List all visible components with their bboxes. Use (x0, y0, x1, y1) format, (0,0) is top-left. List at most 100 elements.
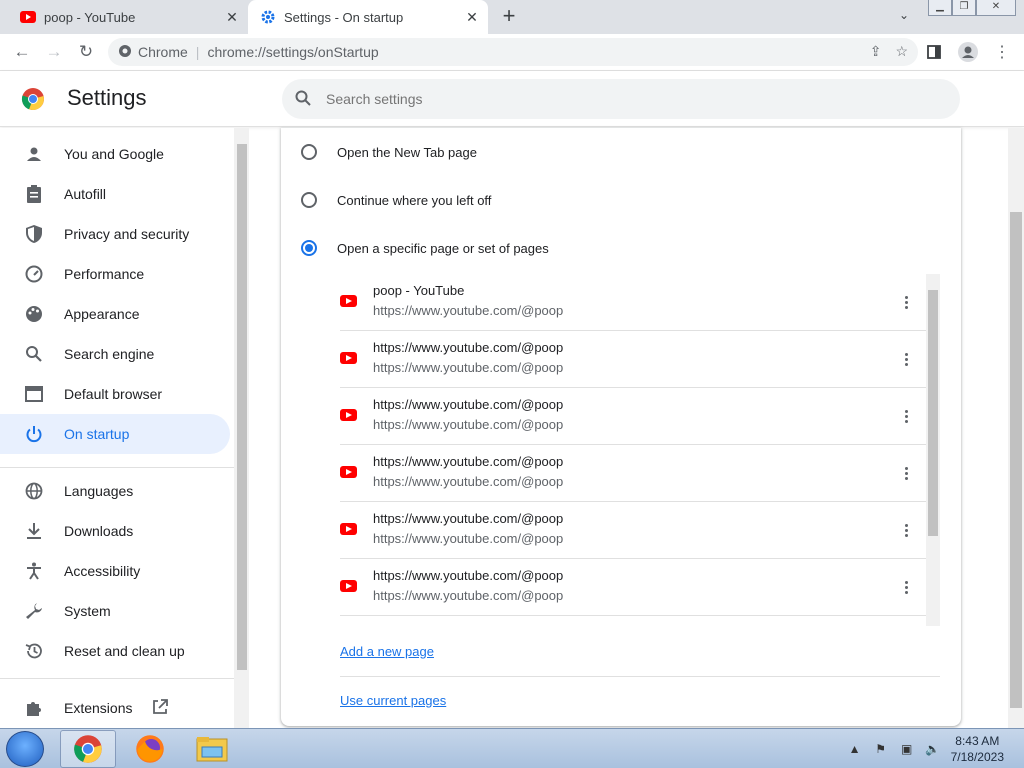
toolbar-actions: ⋮ (920, 36, 1016, 68)
sidebar-item-performance[interactable]: Performance (0, 254, 230, 294)
share-icon[interactable]: ⇪ (870, 43, 882, 60)
minimize-button[interactable]: ▁ (928, 0, 952, 16)
tab-settings[interactable]: Settings - On startup ✕ (248, 0, 488, 34)
sidebar-item-label: Autofill (64, 186, 107, 202)
sidebar-scrollbar[interactable] (234, 128, 249, 728)
show-hidden-icons-icon[interactable]: ▲ (847, 741, 863, 757)
side-panel-icon[interactable] (920, 36, 948, 68)
sidebar-item-search-engine[interactable]: Search engine (0, 334, 230, 374)
sidebar-divider (0, 467, 234, 468)
shield-icon (24, 224, 44, 244)
page-title-text: https://www.youtube.com/@poop (373, 511, 564, 526)
site-chip: Chrome (138, 44, 188, 60)
clock-time: 8:43 AM (955, 734, 1000, 748)
bookmark-star-icon[interactable]: ☆ (895, 43, 908, 60)
page-title-text: poop - YouTube (373, 283, 465, 298)
main-scrollbar[interactable] (1008, 128, 1024, 728)
sidebar-item-label: System (64, 603, 111, 619)
clipboard-icon (24, 184, 44, 204)
profile-avatar-icon[interactable] (954, 36, 982, 68)
restore-button[interactable]: ❐ (952, 0, 976, 16)
sidebar-item-accessibility[interactable]: Accessibility (0, 551, 230, 591)
more-actions-icon[interactable] (896, 404, 916, 428)
new-tab-button[interactable]: + (498, 5, 520, 28)
page-url-text: https://www.youtube.com/@poop (373, 417, 564, 432)
clock-date: 7/18/2023 (950, 750, 1004, 764)
url-text[interactable]: chrome://settings/onStartup (207, 44, 378, 60)
browser-toolbar: ← → ↻ Chrome | chrome://settings/onStart… (0, 34, 1024, 71)
tab-search-chevron-icon[interactable]: ⌄ (893, 8, 915, 26)
scrollbar-thumb[interactable] (928, 290, 938, 536)
youtube-icon (340, 295, 357, 307)
page-url-text: https://www.youtube.com/@poop (373, 474, 564, 489)
sidebar-item-privacy[interactable]: Privacy and security (0, 214, 230, 254)
radio-button[interactable] (301, 144, 317, 160)
startup-option-specific-pages[interactable]: Open a specific page or set of pages (281, 224, 961, 272)
radio-button-checked[interactable] (301, 240, 317, 256)
option-label: Continue where you left off (337, 192, 492, 208)
divider: | (195, 44, 200, 60)
close-icon[interactable]: ✕ (462, 7, 482, 27)
list-item: https://www.youtube.com/@poop https://ww… (340, 502, 926, 559)
sidebar-item-label: Extensions (64, 700, 133, 716)
more-actions-icon[interactable] (896, 518, 916, 542)
page-url-text: https://www.youtube.com/@poop (373, 588, 564, 603)
speedometer-icon (24, 264, 44, 284)
youtube-icon (340, 580, 357, 592)
more-actions-icon[interactable] (896, 461, 916, 485)
tab-youtube[interactable]: poop - YouTube ✕ (8, 0, 248, 34)
settings-search[interactable] (282, 79, 960, 119)
list-item: https://www.youtube.com/@poop https://ww… (340, 445, 926, 502)
open-in-new-icon (152, 698, 169, 718)
more-actions-icon[interactable] (896, 347, 916, 371)
back-arrow-icon[interactable]: ← (6, 36, 38, 68)
scrollbar-thumb[interactable] (237, 144, 247, 670)
more-actions-icon[interactable] (896, 575, 916, 599)
sidebar-item-reset[interactable]: Reset and clean up (0, 631, 230, 671)
startup-option-new-tab[interactable]: Open the New Tab page (281, 128, 961, 176)
add-new-page-link[interactable]: Add a new page (340, 627, 940, 675)
address-bar[interactable]: Chrome | chrome://settings/onStartup ⇪ ☆ (108, 38, 918, 66)
menu-kebab-icon[interactable]: ⋮ (988, 36, 1016, 68)
sidebar-item-you-and-google[interactable]: You and Google (0, 134, 230, 174)
start-button[interactable] (6, 731, 44, 767)
use-current-pages-link[interactable]: Use current pages (340, 676, 940, 724)
folder-icon (196, 737, 228, 762)
window-close-button[interactable]: ✕ (976, 0, 1016, 16)
more-actions-icon[interactable] (896, 290, 916, 314)
sidebar-item-autofill[interactable]: Autofill (0, 174, 230, 214)
sidebar-item-default-browser[interactable]: Default browser (0, 374, 230, 414)
search-icon (294, 89, 314, 109)
taskbar-explorer-button[interactable] (184, 730, 240, 768)
taskbar-chrome-button[interactable] (60, 730, 116, 768)
search-input[interactable] (326, 91, 826, 107)
page-title: Settings (67, 85, 147, 110)
list-item: https://www.youtube.com/@poop https://ww… (340, 388, 926, 445)
youtube-icon (340, 523, 357, 535)
close-icon[interactable]: ✕ (222, 7, 242, 27)
accessibility-icon (24, 561, 44, 581)
scrollbar-thumb[interactable] (1010, 212, 1022, 708)
radio-button[interactable] (301, 192, 317, 208)
sidebar-item-appearance[interactable]: Appearance (0, 294, 230, 334)
sidebar-item-downloads[interactable]: Downloads (0, 511, 230, 551)
sidebar-item-languages[interactable]: Languages (0, 471, 230, 511)
sidebar-item-label: Appearance (64, 306, 140, 322)
startup-option-continue[interactable]: Continue where you left off (281, 176, 961, 224)
page-title-text: https://www.youtube.com/@poop (373, 568, 564, 583)
clock[interactable]: 8:43 AM 7/18/2023 (951, 733, 1004, 765)
forward-arrow-icon[interactable]: → (38, 36, 70, 68)
sidebar-item-on-startup[interactable]: On startup (0, 414, 230, 454)
pages-list-scrollbar[interactable] (926, 274, 940, 626)
action-center-flag-icon[interactable]: ⚑ (873, 741, 889, 757)
chrome-logo-icon[interactable] (118, 44, 132, 61)
reload-icon[interactable]: ↻ (70, 36, 102, 68)
sidebar-item-system[interactable]: System (0, 591, 230, 631)
volume-muted-icon[interactable]: 🔈 (925, 741, 941, 757)
taskbar-firefox-button[interactable] (122, 730, 178, 768)
sidebar-item-label: Languages (64, 483, 134, 499)
network-icon[interactable]: ▣ (899, 741, 915, 757)
sidebar-item-label: Search engine (64, 346, 155, 362)
palette-icon (24, 304, 44, 324)
sidebar-item-extensions[interactable]: Extensions (0, 688, 230, 728)
